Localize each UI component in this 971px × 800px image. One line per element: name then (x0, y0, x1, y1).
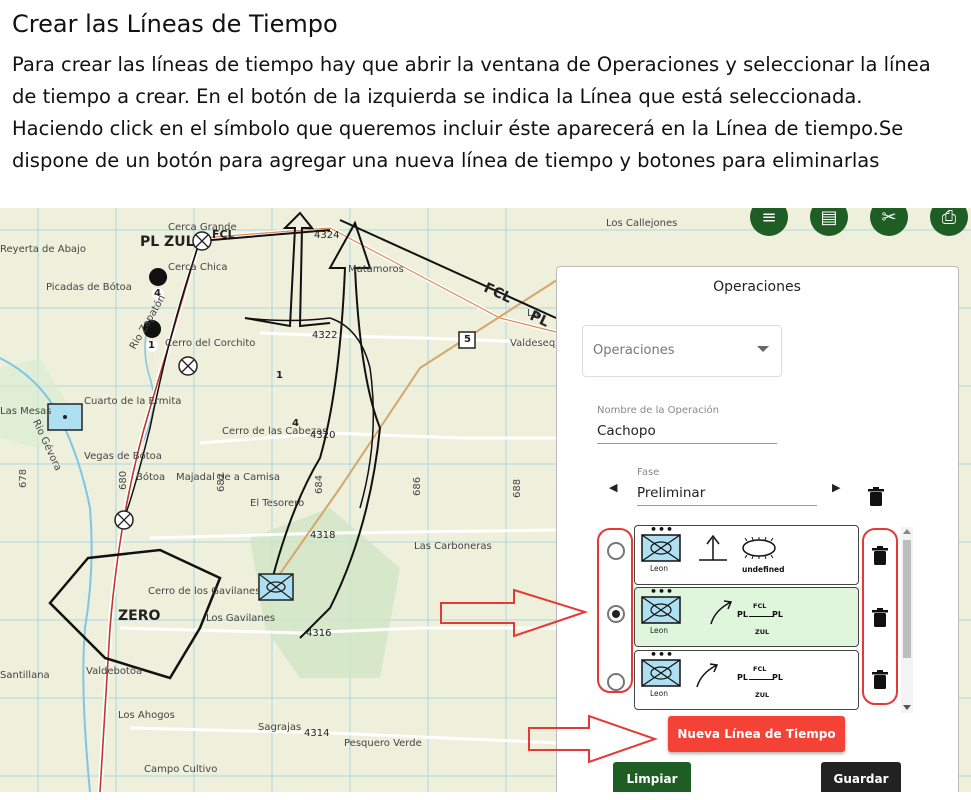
axis-advance-icon[interactable] (693, 659, 723, 691)
unit-echelon: ••• (650, 523, 675, 536)
place-label: Bótoa (136, 472, 166, 483)
chevron-down-icon (757, 346, 769, 352)
pl-label: PL (737, 610, 748, 619)
timeline-radio-1[interactable] (607, 542, 625, 560)
place-label: Picadas de Bótoa (46, 282, 132, 293)
place-label: Matamoros (348, 264, 404, 275)
op-name-label: Nombre de la Operación (597, 405, 720, 416)
place-label: Majadal de a Camisa (176, 472, 281, 483)
delete-timeline-icon[interactable] (872, 546, 888, 566)
pl-label: PL (737, 673, 748, 682)
marker-number[interactable]: 1 (148, 340, 155, 351)
axis-advance-icon[interactable] (707, 596, 737, 628)
road-number: 4318 (310, 530, 336, 541)
clear-button[interactable]: Limpiar (613, 762, 691, 792)
fase-label: Fase (637, 467, 660, 478)
grid-number: 682 (216, 472, 227, 492)
pl-label: PL (772, 673, 783, 682)
unit-echelon: ••• (650, 648, 675, 661)
road-number: 4316 (306, 628, 332, 639)
unit-symbol-icon[interactable] (641, 596, 681, 624)
place-label: Las Mesas (0, 406, 52, 417)
timeline-row-3[interactable]: ••• Leon PL FCL PL ZUL (634, 648, 859, 710)
timeline-radio-2[interactable] (607, 605, 625, 623)
zone-label: ZERO (118, 608, 161, 624)
fase-prev-icon[interactable]: ◀ (609, 481, 617, 494)
place-label: Santillana (0, 670, 50, 681)
place-label: Reyerta de Abajo (0, 244, 86, 255)
objective-area-icon[interactable] (739, 536, 779, 560)
grid-number: 688 (512, 478, 523, 498)
operations-select[interactable]: Operaciones (582, 325, 782, 377)
delete-fase-icon[interactable] (868, 487, 884, 507)
operations-panel: Operaciones Operaciones Nombre de la Ope… (556, 266, 959, 792)
place-label: Cerro del Corchito (165, 338, 256, 349)
phase-line-label[interactable]: PL ZUL (140, 234, 195, 250)
place-label: Valdebotoa (86, 666, 143, 677)
scrollbar-thumb[interactable] (903, 540, 911, 658)
grid-number: 678 (18, 468, 29, 488)
tutorial-header: Crear las Líneas de Tiempo Para crear la… (0, 0, 971, 208)
map-view[interactable]: Reyerta de Abajo Cerca Grande Cerca Chic… (0, 208, 971, 792)
timeline-row-1[interactable]: ••• Leon undefined (634, 523, 859, 585)
fase-field[interactable]: Preliminar (637, 485, 817, 506)
road-number: 4320 (310, 430, 336, 441)
place-label: Cuarto de la Ermita (84, 396, 182, 407)
grid-number: 680 (118, 470, 129, 490)
instructions-paragraph: Para crear las líneas de tiempo hay que … (12, 53, 931, 172)
place-label: Sagrajas (258, 722, 302, 733)
new-timeline-button[interactable]: Nueva Línea de Tiempo (668, 716, 845, 752)
place-label: Los Callejones (606, 218, 678, 229)
place-label: Vegas de Bótoa (84, 451, 162, 462)
panel-title: Operaciones (713, 279, 801, 295)
marker-number[interactable]: 4 (292, 418, 299, 429)
fase-next-icon[interactable]: ▶ (832, 481, 840, 494)
phase-line-segment (749, 616, 773, 617)
unit-symbol-icon[interactable] (641, 534, 681, 562)
select-value: Operaciones (593, 343, 675, 358)
grid-number: 686 (412, 476, 423, 496)
delete-timeline-icon[interactable] (872, 608, 888, 628)
scroll-down-icon[interactable] (903, 705, 911, 710)
unit-name: Leon (650, 689, 669, 698)
unit-echelon: ••• (650, 585, 675, 598)
road-number: 4314 (304, 728, 330, 739)
place-label: Las Carboneras (414, 541, 492, 552)
marker-number[interactable]: 4 (154, 288, 161, 299)
scroll-up-icon[interactable] (903, 529, 911, 534)
timeline-radio-3[interactable] (607, 673, 625, 691)
task-arrow-icon[interactable] (695, 532, 731, 566)
fcl-label: FCL (753, 665, 767, 673)
place-label: Los Gavilanes (206, 613, 276, 624)
op-name-field[interactable]: Cachopo (597, 423, 777, 444)
page-title: Crear las Líneas de Tiempo (12, 10, 338, 38)
pl-label: PL (772, 610, 783, 619)
road-number: 4324 (314, 230, 340, 241)
zul-label: ZUL (755, 628, 770, 636)
unit-name: Leon (650, 564, 669, 573)
unit-name: Leon (650, 626, 669, 635)
phase-line-segment (749, 679, 773, 680)
save-button[interactable]: Guardar (821, 762, 901, 792)
road-number: 5 (464, 334, 471, 345)
timeline-row-2[interactable]: ••• Leon PL FCL PL ZUL (634, 585, 859, 647)
road-number: 4322 (312, 330, 338, 341)
place-label: Pesquero Verde (344, 738, 422, 749)
grid-number: 684 (314, 474, 325, 494)
fcl-label: FCL (753, 602, 767, 610)
timeline-element-label: undefined (742, 565, 785, 574)
fcl-label[interactable]: FCL (212, 228, 235, 241)
delete-timeline-icon[interactable] (872, 670, 888, 690)
marker-number[interactable]: 1 (276, 370, 283, 381)
place-label: Los Ahogos (118, 710, 175, 721)
place-label: El Tesorero (250, 498, 305, 509)
place-label: Cerro de los Gavilanes (148, 586, 261, 597)
zul-label: ZUL (755, 691, 770, 699)
place-label: Campo Cultivo (144, 764, 218, 775)
place-label: Cerca Chica (168, 262, 228, 273)
unit-symbol-icon[interactable] (641, 659, 681, 687)
